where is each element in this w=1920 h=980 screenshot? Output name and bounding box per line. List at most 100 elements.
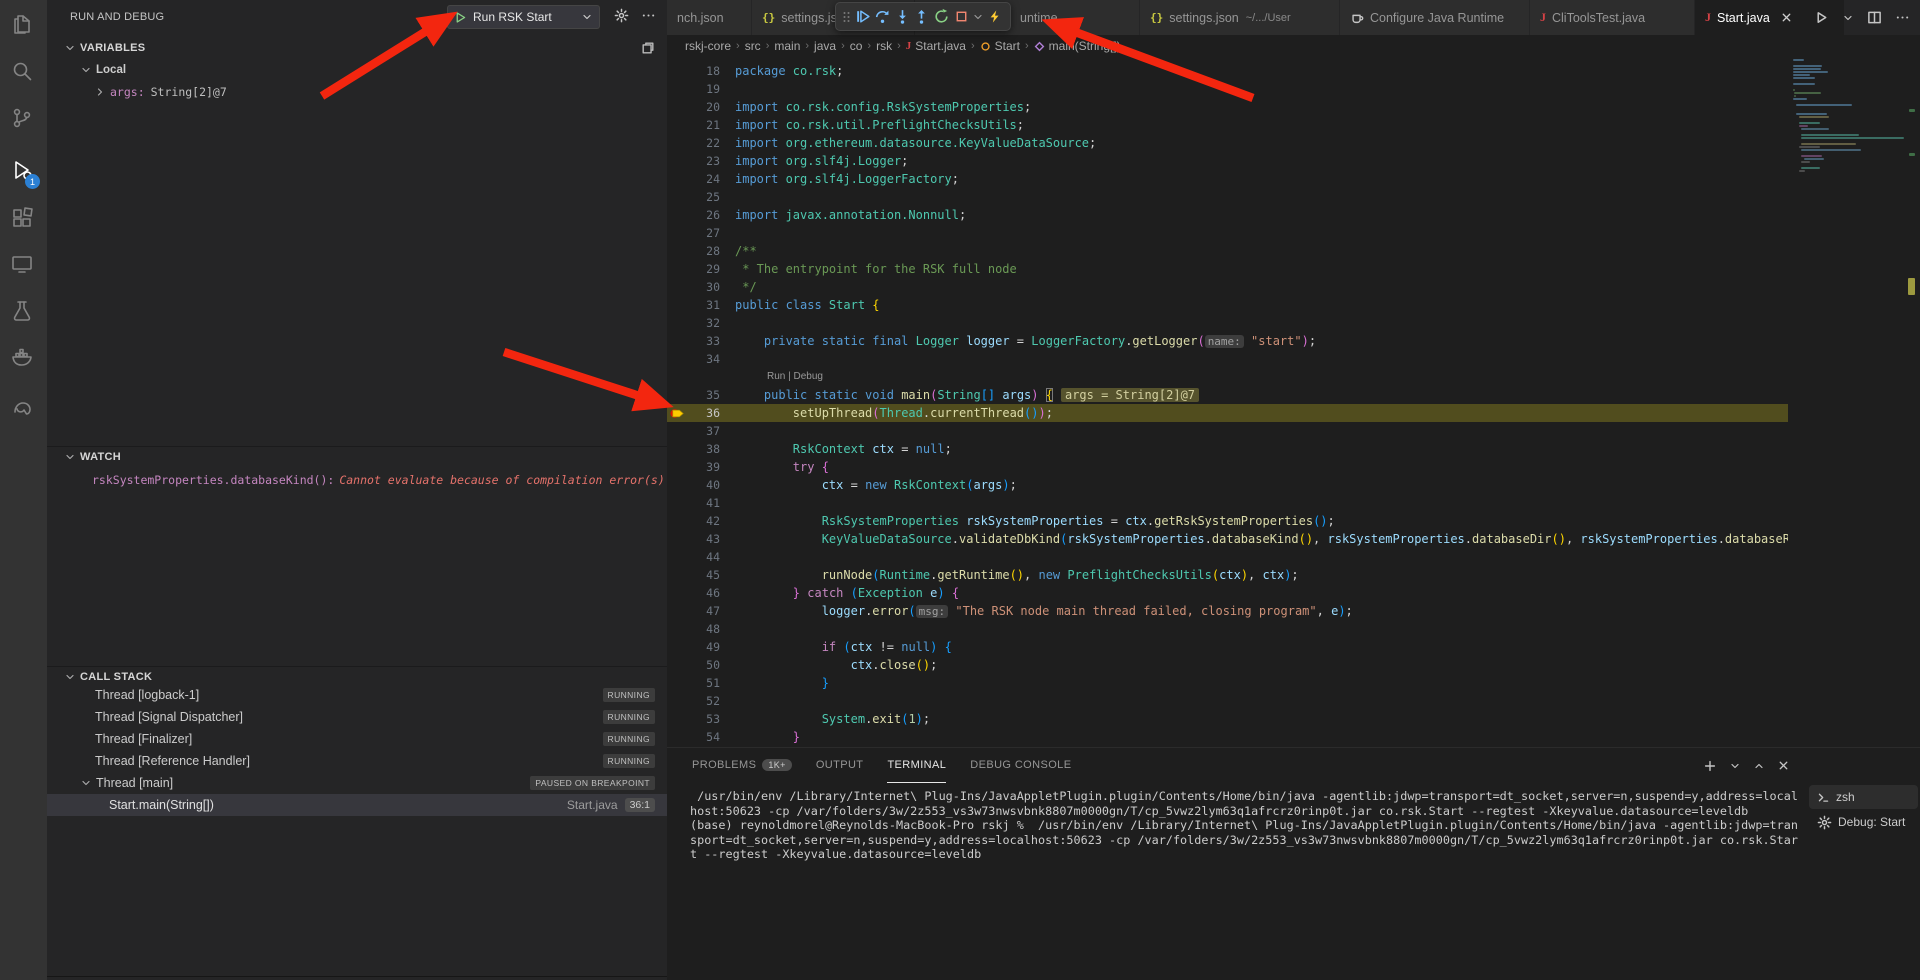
close-icon[interactable] xyxy=(1780,11,1794,25)
terminal-output[interactable]: /usr/bin/env /Library/Internet\ Plug-Ins… xyxy=(690,789,1802,976)
panel-tab-problems[interactable]: PROBLEMS1K+ xyxy=(692,749,792,783)
docker-icon[interactable] xyxy=(10,345,37,372)
stop-icon[interactable] xyxy=(953,7,971,27)
breadcrumb-item[interactable]: java xyxy=(814,39,836,53)
search-icon[interactable] xyxy=(10,59,37,86)
overview-ruler[interactable] xyxy=(1906,57,1920,747)
tab-nch-json[interactable]: nch.json xyxy=(667,0,752,35)
code-line-28: 28/** xyxy=(667,242,1788,260)
testing-icon[interactable] xyxy=(10,299,37,326)
remote-explorer-icon[interactable] xyxy=(10,252,37,279)
thread-status-badge: RUNNING xyxy=(603,732,655,746)
line-number: 49 xyxy=(667,638,720,656)
code-line-42: 42 RskSystemProperties rskSystemProperti… xyxy=(667,512,1788,530)
tab-label: settings.json xyxy=(1169,11,1238,25)
code-line-39: 39 try { xyxy=(667,458,1788,476)
maximize-panel-icon[interactable] xyxy=(1753,760,1765,772)
code-line-38: 38 RskContext ctx = null; xyxy=(667,440,1788,458)
run-icon[interactable] xyxy=(1814,10,1829,25)
code-text: import javax.annotation.Nonnull; xyxy=(735,206,1788,224)
line-number: 23 xyxy=(667,152,720,170)
breadcrumb-item[interactable]: rsk xyxy=(876,39,892,53)
line-number: 36 xyxy=(667,404,720,422)
watch-section-header[interactable]: WATCH xyxy=(47,446,667,467)
open-view-icon[interactable] xyxy=(641,41,655,55)
code-text: } catch (Exception e) { xyxy=(735,584,1788,602)
variables-section-header[interactable]: VARIABLES xyxy=(47,38,667,58)
call-stack-frame-row[interactable]: Start.main(String[])Start.java36:1 xyxy=(47,794,667,816)
call-stack-thread-row[interactable]: Thread [Signal Dispatcher]RUNNING xyxy=(47,706,667,728)
panel-tab-debug-console[interactable]: DEBUG CONSOLE xyxy=(970,749,1071,783)
call-stack-thread-row[interactable]: Thread [Finalizer]RUNNING xyxy=(47,728,667,750)
breadcrumb-item[interactable]: src xyxy=(745,39,761,53)
step-into-icon[interactable] xyxy=(893,7,911,27)
code-text: runNode(Runtime.getRuntime(), new Prefli… xyxy=(735,566,1788,584)
hot-code-replace-icon[interactable] xyxy=(986,7,1004,27)
panel-tab-output[interactable]: OUTPUT xyxy=(816,749,864,783)
chevron-down-icon xyxy=(64,42,76,54)
call-stack-thread-row[interactable]: Thread [Reference Handler]RUNNING xyxy=(47,750,667,772)
minimap[interactable] xyxy=(1793,59,1905,259)
more-actions-icon[interactable] xyxy=(641,8,659,26)
gradle-icon[interactable] xyxy=(10,397,37,424)
line-number: 34 xyxy=(667,350,720,368)
tab-label: nch.json xyxy=(677,11,724,25)
tab-settings-json[interactable]: {}settings.json~/.../User xyxy=(1140,0,1340,35)
split-editor-icon[interactable] xyxy=(1867,10,1882,25)
debug-sidebar: RUN AND DEBUG Run RSK Start VARIABLES Lo… xyxy=(47,0,667,980)
chevron-right-icon xyxy=(94,86,106,98)
step-over-icon[interactable] xyxy=(874,7,892,27)
tab-clitoolstest-java[interactable]: JCliToolsTest.java xyxy=(1530,0,1695,35)
codelens-run-debug[interactable]: Run | Debug xyxy=(767,368,823,386)
terminal-line: t --regtest -Xkeyvalue.datasource=leveld… xyxy=(690,847,1802,862)
new-terminal-icon[interactable] xyxy=(1703,759,1717,773)
close-panel-icon[interactable] xyxy=(1777,759,1790,772)
breadcrumb-item[interactable]: main(String[]) xyxy=(1034,39,1121,53)
code-line-25: 25 xyxy=(667,188,1788,206)
step-out-icon[interactable] xyxy=(913,7,931,27)
editor-actions xyxy=(1814,0,1910,35)
chevron-down-icon[interactable] xyxy=(1842,12,1854,24)
more-actions-icon[interactable] xyxy=(1895,10,1910,25)
terminal-list-item-debug-start[interactable]: Debug: Start xyxy=(1809,810,1918,834)
line-number: 37 xyxy=(667,422,720,440)
code-text: package co.rsk; xyxy=(735,62,1788,80)
run-config-dropdown[interactable]: Run RSK Start xyxy=(447,5,600,29)
start-debugging-icon[interactable] xyxy=(454,11,467,24)
chevron-down-icon xyxy=(64,451,76,463)
line-number: 31 xyxy=(667,296,720,314)
source-control-icon[interactable] xyxy=(10,106,37,133)
tab-description: ~/.../User xyxy=(1246,12,1291,24)
breadcrumb-item[interactable]: Start xyxy=(980,39,1020,53)
code-line-27: 27 xyxy=(667,224,1788,242)
extensions-icon[interactable] xyxy=(10,206,37,233)
chevron-down-icon xyxy=(64,671,76,683)
breadcrumb-item[interactable]: co xyxy=(850,39,863,53)
variables-scope-local[interactable]: Local xyxy=(47,60,667,80)
variable-args-row[interactable]: args: String[2]@7 xyxy=(47,82,667,102)
call-stack-thread-row[interactable]: Thread [logback-1]RUNNING xyxy=(47,684,667,706)
call-stack-thread-row[interactable]: Thread [main]PAUSED ON BREAKPOINT xyxy=(47,772,667,794)
thread-label: Thread [Signal Dispatcher] xyxy=(95,710,243,724)
continue-icon[interactable] xyxy=(854,7,872,27)
gear-icon xyxy=(1817,815,1832,830)
breadcrumb-item[interactable]: main xyxy=(774,39,800,53)
watch-item[interactable]: rskSystemProperties.databaseKind(): Cann… xyxy=(92,470,663,490)
stop-dropdown-icon[interactable] xyxy=(972,7,984,27)
gear-icon[interactable] xyxy=(614,8,632,26)
chevron-down-icon[interactable] xyxy=(1729,760,1741,772)
restart-icon[interactable] xyxy=(933,7,951,27)
terminal-list-item-zsh[interactable]: zsh xyxy=(1809,785,1918,809)
code-line-18: 18package co.rsk; xyxy=(667,62,1788,80)
line-number: 21 xyxy=(667,116,720,134)
breadcrumb-item[interactable]: rskj-core xyxy=(685,39,731,53)
breadcrumb-item[interactable]: JStart.java xyxy=(906,39,966,53)
terminal-icon xyxy=(1817,791,1830,804)
tab-configure-java-runtime[interactable]: Configure Java Runtime xyxy=(1340,0,1530,35)
explorer-icon[interactable] xyxy=(10,12,37,39)
line-number: 27 xyxy=(667,224,720,242)
panel-tab-terminal[interactable]: TERMINAL xyxy=(887,749,946,783)
code-line-22: 22import org.ethereum.datasource.KeyValu… xyxy=(667,134,1788,152)
code-text: KeyValueDataSource.validateDbKind(rskSys… xyxy=(735,530,1788,548)
code-editor[interactable]: 18package co.rsk;1920import co.rsk.confi… xyxy=(667,57,1920,747)
